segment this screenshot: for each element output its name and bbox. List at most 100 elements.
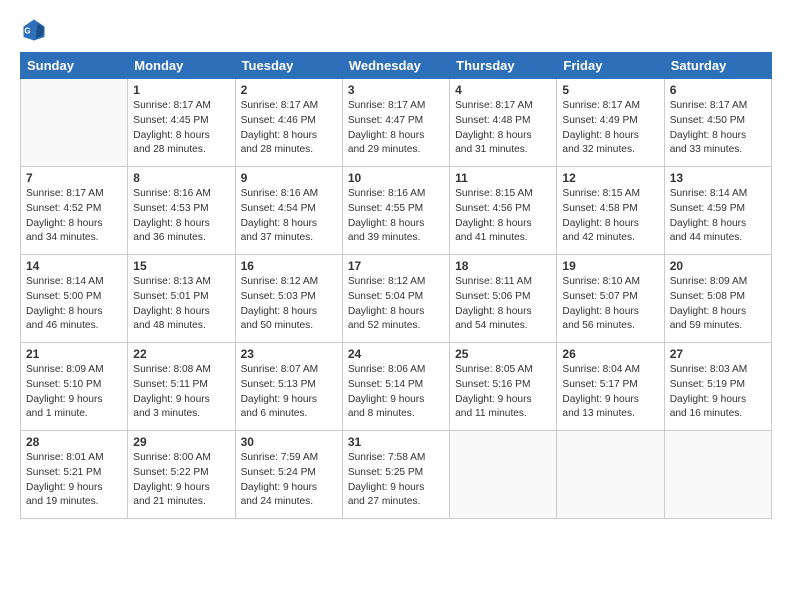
day-number: 23 xyxy=(241,347,337,361)
day-info: Sunrise: 8:04 AMSunset: 5:17 PMDaylight:… xyxy=(562,363,658,422)
day-info: Sunrise: 8:10 AMSunset: 5:07 PMDaylight:… xyxy=(562,275,658,334)
day-number: 17 xyxy=(348,259,444,273)
day-cell-26: 26 Sunrise: 8:04 AMSunset: 5:17 PMDayligh… xyxy=(557,343,664,431)
day-info: Sunrise: 8:00 AMSunset: 5:22 PMDaylight:… xyxy=(133,451,229,510)
day-cell-24: 24Sunrise: 8:06 AMSunset: 5:14 PMDayligh… xyxy=(342,343,449,431)
week-row-1: 1 Sunrise: 8:17 AMSunset: 4:45 PMDaylight… xyxy=(21,79,772,167)
day-header-tuesday: Tuesday xyxy=(235,53,342,79)
day-number: 1 xyxy=(133,83,229,97)
day-info: Sunrise: 7:59 AMSunset: 5:24 PMDaylight:… xyxy=(241,451,337,510)
day-number: 21 xyxy=(26,347,122,361)
day-cell-5: 5 Sunrise: 8:17 AMSunset: 4:49 PMDaylight… xyxy=(557,79,664,167)
day-cell-15: 15 Sunrise: 8:13 AMSunset: 5:01 PMDayligh… xyxy=(128,255,235,343)
day-info: Sunrise: 8:17 AMSunset: 4:48 PMDaylight:… xyxy=(455,99,551,158)
day-info: Sunrise: 8:17 AMSunset: 4:52 PMDaylight:… xyxy=(26,187,122,246)
day-cell-29: 29Sunrise: 8:00 AMSunset: 5:22 PMDayligh… xyxy=(128,431,235,519)
day-info: Sunrise: 8:15 AMSunset: 4:56 PMDaylight:… xyxy=(455,187,551,246)
day-cell-21: 21 Sunrise: 8:09 AMSunset: 5:10 PMDayligh… xyxy=(21,343,128,431)
week-row-5: 28 Sunrise: 8:01 AMSunset: 5:21 PMDayligh… xyxy=(21,431,772,519)
day-cell-22: 22 Sunrise: 8:08 AMSunset: 5:11 PMDayligh… xyxy=(128,343,235,431)
day-number: 9 xyxy=(241,171,337,185)
day-info: Sunrise: 8:13 AMSunset: 5:01 PMDaylight:… xyxy=(133,275,229,334)
day-info: Sunrise: 8:17 AMSunset: 4:45 PMDaylight:… xyxy=(133,99,229,158)
day-number: 27 xyxy=(670,347,766,361)
day-cell-empty xyxy=(21,79,128,167)
day-number: 15 xyxy=(133,259,229,273)
day-number: 22 xyxy=(133,347,229,361)
day-number: 20 xyxy=(670,259,766,273)
day-info: Sunrise: 8:14 AMSunset: 5:00 PMDaylight:… xyxy=(26,275,122,334)
day-info: Sunrise: 8:12 AMSunset: 5:04 PMDaylight:… xyxy=(348,275,444,334)
day-cell-1: 1 Sunrise: 8:17 AMSunset: 4:45 PMDaylight… xyxy=(128,79,235,167)
svg-text:G: G xyxy=(24,27,30,36)
calendar-header: SundayMondayTuesdayWednesdayThursdayFrid… xyxy=(21,53,772,79)
day-number: 28 xyxy=(26,435,122,449)
day-cell-31: 31Sunrise: 7:58 AMSunset: 5:25 PMDayligh… xyxy=(342,431,449,519)
day-number: 31 xyxy=(348,435,444,449)
day-cell-9: 9Sunrise: 8:16 AMSunset: 4:54 PMDaylight… xyxy=(235,167,342,255)
day-number: 4 xyxy=(455,83,551,97)
day-number: 7 xyxy=(26,171,122,185)
day-cell-28: 28 Sunrise: 8:01 AMSunset: 5:21 PMDayligh… xyxy=(21,431,128,519)
day-number: 12 xyxy=(562,171,658,185)
logo-icon: G xyxy=(20,16,48,44)
day-info: Sunrise: 8:09 AMSunset: 5:10 PMDaylight:… xyxy=(26,363,122,422)
day-cell-14: 14 Sunrise: 8:14 AMSunset: 5:00 PMDayligh… xyxy=(21,255,128,343)
day-info: Sunrise: 8:15 AMSunset: 4:58 PMDaylight:… xyxy=(562,187,658,246)
logo: G xyxy=(20,16,52,44)
day-info: Sunrise: 8:07 AMSunset: 5:13 PMDaylight:… xyxy=(241,363,337,422)
header: G xyxy=(20,16,772,44)
day-info: Sunrise: 8:14 AMSunset: 4:59 PMDaylight:… xyxy=(670,187,766,246)
day-info: Sunrise: 8:16 AMSunset: 4:53 PMDaylight:… xyxy=(133,187,229,246)
day-info: Sunrise: 8:12 AMSunset: 5:03 PMDaylight:… xyxy=(241,275,337,334)
day-header-thursday: Thursday xyxy=(450,53,557,79)
day-number: 2 xyxy=(241,83,337,97)
day-cell-18: 18 Sunrise: 8:11 AMSunset: 5:06 PMDayligh… xyxy=(450,255,557,343)
page: G SundayMondayTuesdayWednesdayThursdayFr… xyxy=(0,0,792,612)
day-cell-8: 8 Sunrise: 8:16 AMSunset: 4:53 PMDaylight… xyxy=(128,167,235,255)
day-number: 18 xyxy=(455,259,551,273)
day-cell-10: 10 Sunrise: 8:16 AMSunset: 4:55 PMDayligh… xyxy=(342,167,449,255)
day-number: 5 xyxy=(562,83,658,97)
day-cell-12: 12 Sunrise: 8:15 AMSunset: 4:58 PMDayligh… xyxy=(557,167,664,255)
day-cell-17: 17 Sunrise: 8:12 AMSunset: 5:04 PMDayligh… xyxy=(342,255,449,343)
day-number: 11 xyxy=(455,171,551,185)
day-info: Sunrise: 8:08 AMSunset: 5:11 PMDaylight:… xyxy=(133,363,229,422)
day-number: 30 xyxy=(241,435,337,449)
calendar-table: SundayMondayTuesdayWednesdayThursdayFrid… xyxy=(20,52,772,519)
week-row-2: 7 Sunrise: 8:17 AMSunset: 4:52 PMDaylight… xyxy=(21,167,772,255)
header-row: SundayMondayTuesdayWednesdayThursdayFrid… xyxy=(21,53,772,79)
day-number: 19 xyxy=(562,259,658,273)
day-number: 26 xyxy=(562,347,658,361)
day-number: 8 xyxy=(133,171,229,185)
day-info: Sunrise: 8:17 AMSunset: 4:46 PMDaylight:… xyxy=(241,99,337,158)
day-cell-30: 30 Sunrise: 7:59 AMSunset: 5:24 PMDayligh… xyxy=(235,431,342,519)
day-cell-20: 20 Sunrise: 8:09 AMSunset: 5:08 PMDayligh… xyxy=(664,255,771,343)
day-info: Sunrise: 8:01 AMSunset: 5:21 PMDaylight:… xyxy=(26,451,122,510)
day-cell-16: 16 Sunrise: 8:12 AMSunset: 5:03 PMDayligh… xyxy=(235,255,342,343)
day-number: 13 xyxy=(670,171,766,185)
week-row-3: 14 Sunrise: 8:14 AMSunset: 5:00 PMDayligh… xyxy=(21,255,772,343)
day-cell-empty xyxy=(450,431,557,519)
day-cell-4: 4 Sunrise: 8:17 AMSunset: 4:48 PMDaylight… xyxy=(450,79,557,167)
day-info: Sunrise: 8:17 AMSunset: 4:49 PMDaylight:… xyxy=(562,99,658,158)
day-cell-6: 6Sunrise: 8:17 AMSunset: 4:50 PMDaylight… xyxy=(664,79,771,167)
calendar-body: 1 Sunrise: 8:17 AMSunset: 4:45 PMDaylight… xyxy=(21,79,772,519)
day-number: 10 xyxy=(348,171,444,185)
day-info: Sunrise: 8:17 AMSunset: 4:50 PMDaylight:… xyxy=(670,99,766,158)
day-info: Sunrise: 8:09 AMSunset: 5:08 PMDaylight:… xyxy=(670,275,766,334)
day-cell-7: 7 Sunrise: 8:17 AMSunset: 4:52 PMDaylight… xyxy=(21,167,128,255)
day-info: Sunrise: 8:11 AMSunset: 5:06 PMDaylight:… xyxy=(455,275,551,334)
day-header-saturday: Saturday xyxy=(664,53,771,79)
day-number: 16 xyxy=(241,259,337,273)
day-cell-empty xyxy=(557,431,664,519)
day-header-monday: Monday xyxy=(128,53,235,79)
day-info: Sunrise: 8:17 AMSunset: 4:47 PMDaylight:… xyxy=(348,99,444,158)
day-info: Sunrise: 8:16 AMSunset: 4:55 PMDaylight:… xyxy=(348,187,444,246)
day-cell-3: 3 Sunrise: 8:17 AMSunset: 4:47 PMDaylight… xyxy=(342,79,449,167)
day-info: Sunrise: 8:06 AMSunset: 5:14 PMDaylight:… xyxy=(348,363,444,422)
day-cell-27: 27Sunrise: 8:03 AMSunset: 5:19 PMDayligh… xyxy=(664,343,771,431)
day-number: 3 xyxy=(348,83,444,97)
day-cell-11: 11 Sunrise: 8:15 AMSunset: 4:56 PMDayligh… xyxy=(450,167,557,255)
day-number: 14 xyxy=(26,259,122,273)
